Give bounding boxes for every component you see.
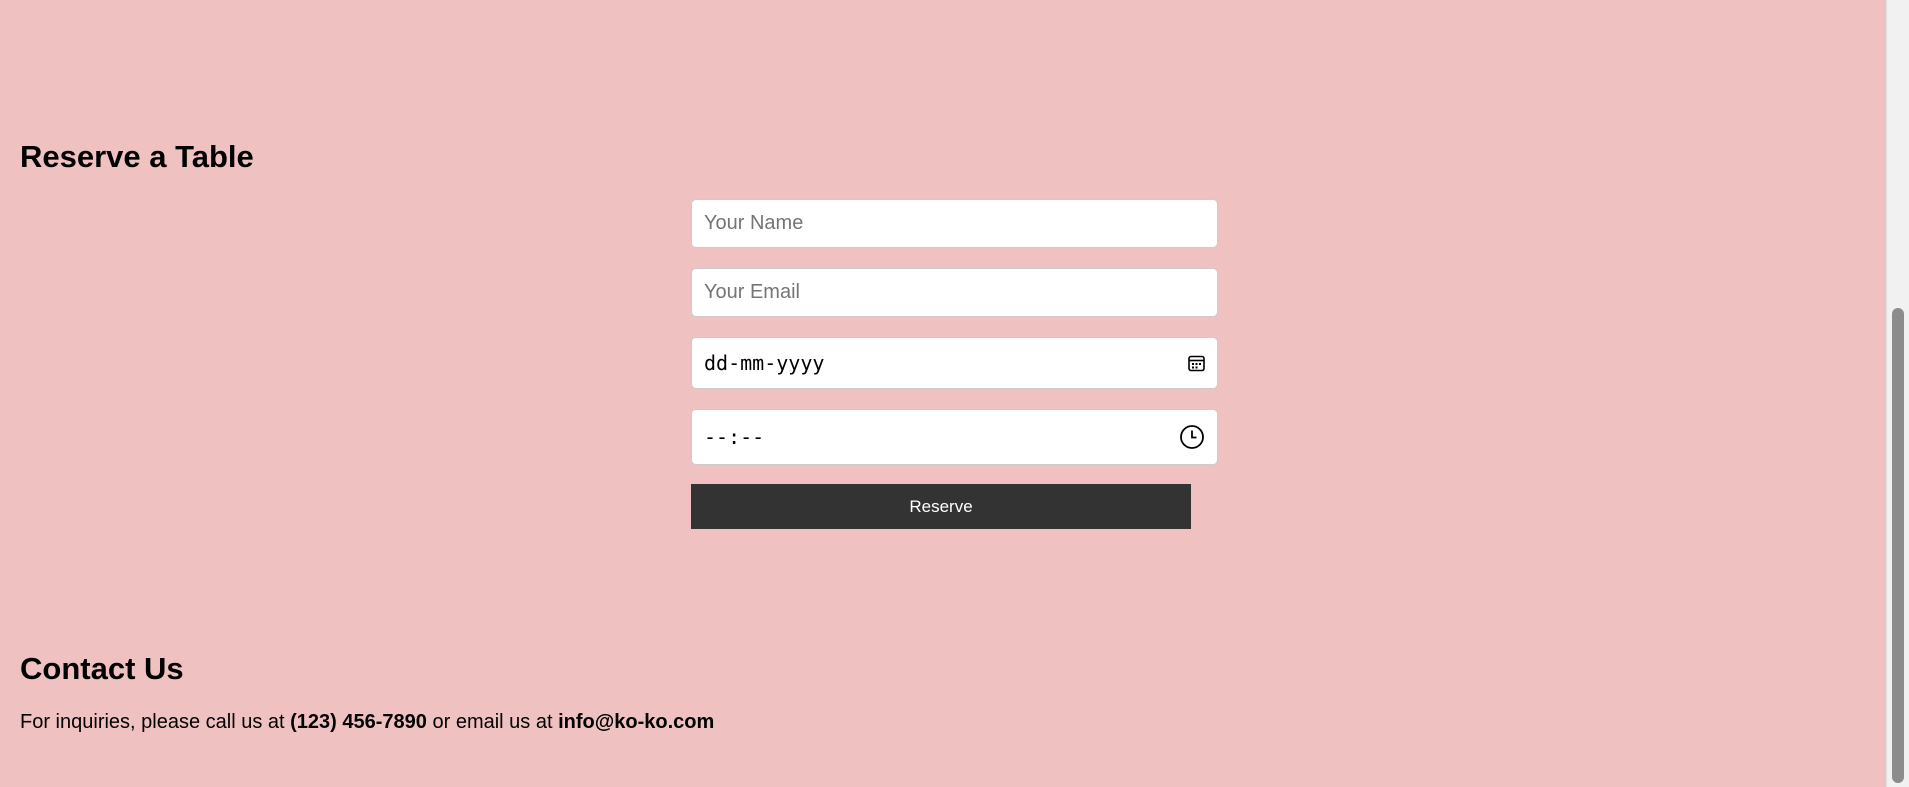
page: Reserve a Table dd-mm-yyyy — [0, 0, 1886, 787]
time-placeholder: --:-- — [704, 425, 765, 449]
time-input[interactable]: --:-- — [691, 409, 1218, 465]
date-placeholder: dd-mm-yyyy — [704, 351, 825, 375]
contact-text: For inquiries, please call us at (123) 4… — [20, 711, 714, 734]
contact-phone: (123) 456-7890 — [290, 711, 427, 733]
clock-icon[interactable] — [1179, 424, 1205, 450]
calendar-icon[interactable] — [1188, 355, 1205, 372]
contact-email-intro-text: or email us at — [426, 711, 559, 733]
reserve-button[interactable]: Reserve — [691, 484, 1191, 529]
contact-intro-text: For inquiries, please call us at — [20, 711, 291, 733]
vertical-scrollbar[interactable] — [1886, 0, 1909, 787]
reserve-heading: Reserve a Table — [20, 139, 254, 174]
name-input[interactable] — [704, 212, 1205, 235]
name-field-wrapper — [691, 199, 1218, 248]
email-field-wrapper — [691, 268, 1218, 317]
contact-heading: Contact Us — [20, 651, 184, 686]
contact-email: info@ko-ko.com — [558, 711, 715, 733]
scrollbar-thumb[interactable] — [1892, 308, 1904, 783]
reservation-form: dd-mm-yyyy --:-- — [691, 199, 1218, 529]
date-input[interactable]: dd-mm-yyyy — [691, 337, 1218, 389]
email-input[interactable] — [704, 281, 1205, 304]
